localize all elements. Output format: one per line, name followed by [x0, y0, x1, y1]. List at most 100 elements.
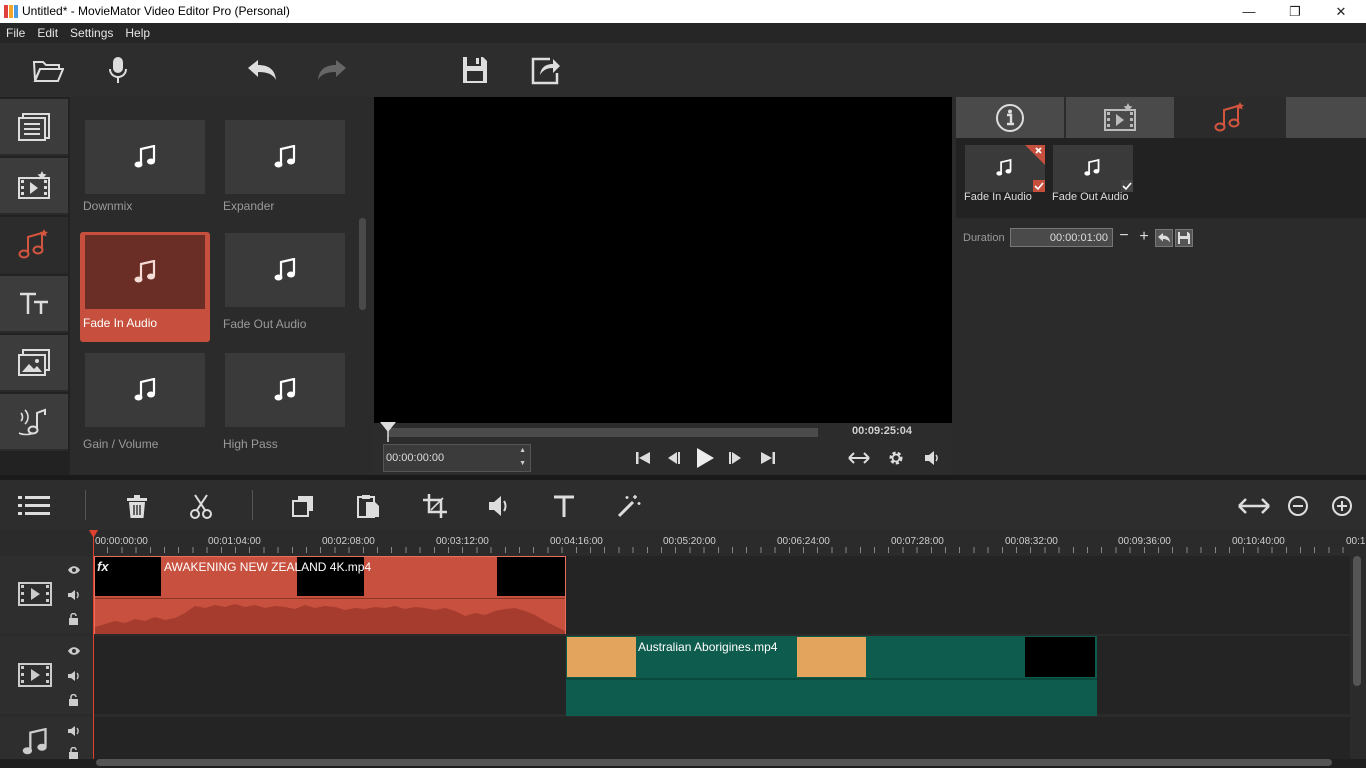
fit-timeline-icon[interactable] [1238, 497, 1270, 515]
scissors-split-icon[interactable] [190, 494, 212, 520]
play-icon[interactable] [694, 446, 716, 470]
delete-trash-icon[interactable] [126, 495, 148, 519]
ruler-tick-label: 00:01:04:00 [208, 536, 261, 547]
menu-file[interactable]: File [0, 26, 31, 40]
lock-icon[interactable] [68, 613, 79, 625]
menu-settings[interactable]: Settings [64, 26, 119, 40]
reset-duration-icon[interactable] [1155, 229, 1173, 247]
filter-tile-high-pass[interactable]: High Pass [223, 353, 345, 451]
filter-label: Fade Out Audio [223, 317, 307, 331]
clip-thumbnail [567, 637, 636, 677]
menu-list-icon[interactable] [18, 495, 50, 517]
decrease-duration-icon[interactable]: − [1116, 228, 1132, 245]
undo-icon[interactable] [244, 52, 280, 88]
filter-thumbnail [85, 353, 205, 427]
save-icon[interactable] [457, 52, 493, 88]
next-frame-icon[interactable] [728, 450, 744, 466]
filter-tile-fade-out-audio[interactable]: Fade Out Audio [223, 233, 345, 331]
eye-visibility-icon[interactable] [67, 565, 81, 575]
increase-duration-icon[interactable]: + [1136, 229, 1152, 245]
timeline-horizontal-scrollbar[interactable] [96, 759, 1332, 766]
tab-video-filter-properties[interactable] [1066, 97, 1174, 138]
filter-thumbnail [225, 120, 345, 194]
clip-thumbnail [1025, 637, 1095, 677]
ruler-tick-label: 00:10:40:00 [1232, 536, 1285, 547]
timeline-vertical-scrollbar[interactable] [1353, 556, 1361, 686]
sidebar-tab-audio-filters[interactable] [0, 217, 68, 274]
filter-tile-downmix[interactable]: Downmix [83, 120, 205, 213]
clip-label: Australian Aborigines.mp4 [638, 640, 778, 654]
ruler-tick-label: 00:05:20:00 [663, 536, 716, 547]
audio-effects-icon [17, 407, 51, 437]
mute-speaker-icon[interactable] [67, 589, 80, 601]
eye-visibility-icon[interactable] [67, 646, 81, 656]
open-folder-icon[interactable] [30, 52, 66, 88]
zoom-in-icon[interactable] [1331, 495, 1353, 517]
playback-scrubber[interactable] [388, 428, 818, 437]
lock-icon[interactable] [68, 694, 79, 706]
settings-gear-icon[interactable] [887, 449, 905, 467]
spin-up-icon[interactable]: ▲ [519, 447, 526, 454]
applied-filter-fade-in-audio[interactable] [965, 145, 1045, 192]
volume-adjust-icon[interactable] [488, 495, 512, 517]
menu-help[interactable]: Help [119, 26, 156, 40]
volume-icon[interactable] [924, 450, 940, 466]
filter-thumbnail [85, 235, 205, 309]
filter-enabled-checkbox[interactable] [1033, 180, 1045, 192]
paste-icon[interactable] [357, 494, 381, 518]
lock-icon[interactable] [68, 747, 79, 759]
music-note-icon [996, 159, 1012, 177]
filter-label: Downmix [83, 199, 133, 213]
microphone-icon[interactable] [100, 52, 136, 88]
clip-thumbnail [497, 557, 565, 596]
music-note-icon [134, 145, 156, 169]
track-header-audio [0, 717, 93, 759]
copy-icon[interactable] [292, 495, 314, 517]
video-preview[interactable] [374, 97, 952, 423]
remove-filter-icon[interactable] [1025, 145, 1045, 165]
ruler-tick-label: 00:1 [1346, 536, 1366, 547]
tab-info[interactable] [956, 97, 1064, 138]
minimize-button[interactable]: — [1226, 0, 1272, 23]
timecode-spinbox[interactable]: 00:00:00:00 ▲ ▼ [383, 444, 531, 472]
video-track-icon [18, 580, 52, 608]
mute-speaker-icon[interactable] [67, 725, 80, 737]
filter-label: Expander [223, 199, 275, 213]
zoom-out-icon[interactable] [1287, 495, 1309, 517]
filter-tile-fade-in-audio[interactable]: Fade In Audio [80, 232, 210, 342]
sidebar-tab-images[interactable] [0, 335, 68, 392]
add-text-icon[interactable] [552, 494, 576, 518]
video-track-icon [18, 661, 52, 689]
sidebar-tab-media[interactable] [0, 99, 68, 156]
playhead-marker-icon[interactable] [380, 422, 396, 442]
duration-label: Duration [963, 232, 1005, 244]
filter-tile-expander[interactable]: Expander [223, 120, 345, 213]
previous-frame-icon[interactable] [665, 450, 681, 466]
save-preset-icon[interactable] [1175, 229, 1193, 247]
track-lane-audio[interactable] [93, 717, 1350, 759]
redo-icon[interactable] [314, 52, 350, 88]
sidebar-tab-audio-effects[interactable] [0, 394, 68, 451]
timeline-clip-australian-aborigines[interactable]: Australian Aborigines.mp4 [566, 636, 1097, 716]
ruler-ticks [93, 547, 1350, 553]
export-icon[interactable] [528, 52, 564, 88]
close-button[interactable]: ✕ [1318, 0, 1364, 23]
tab-audio-filter-properties[interactable] [1176, 97, 1284, 138]
sidebar-tab-text[interactable] [0, 276, 68, 333]
timeline-clip-awakening-new-zealand[interactable]: fx AWAKENING NEW ZEALAND 4K.mp4 [94, 556, 566, 634]
spin-down-icon[interactable]: ▼ [519, 460, 526, 467]
gallery-scrollbar[interactable] [359, 218, 366, 310]
mute-speaker-icon[interactable] [67, 670, 80, 682]
fit-width-icon[interactable] [848, 451, 870, 465]
filter-tile-gain-volume[interactable]: Gain / Volume [83, 353, 205, 451]
skip-to-start-icon[interactable] [635, 450, 651, 466]
applied-filter-fade-out-audio[interactable] [1053, 145, 1133, 192]
maximize-button[interactable]: ❐ [1272, 0, 1318, 23]
skip-to-end-icon[interactable] [760, 450, 776, 466]
sidebar-tab-video-filters[interactable] [0, 158, 68, 215]
magic-wand-icon[interactable] [617, 494, 641, 518]
menu-edit[interactable]: Edit [31, 26, 64, 40]
crop-icon[interactable] [423, 494, 447, 518]
fx-badge: fx [97, 559, 109, 574]
duration-input[interactable]: 00:00:01:00 [1010, 228, 1113, 247]
